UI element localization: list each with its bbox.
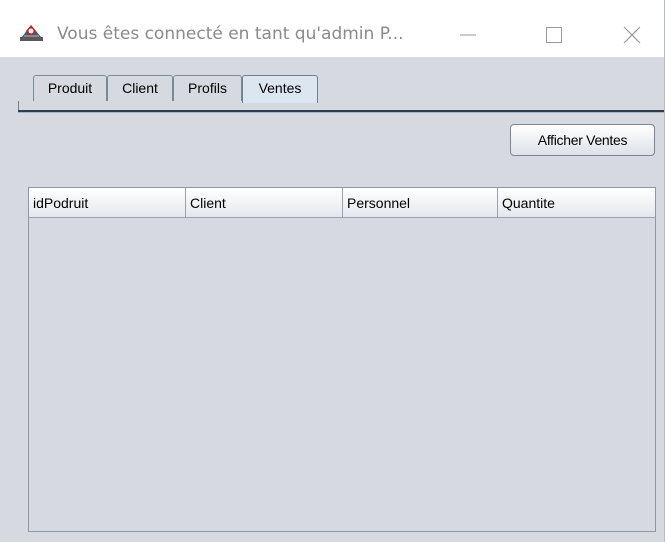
tab-profils[interactable]: Profils (173, 75, 242, 101)
close-button[interactable] (602, 14, 662, 54)
application-window: Vous êtes connecté en tant qu'admin P...… (0, 0, 665, 542)
table-body[interactable] (29, 218, 655, 531)
column-header-client[interactable]: Client (186, 188, 343, 217)
close-icon (623, 26, 641, 44)
ventes-table[interactable]: idPodruit Client Personnel Quantite (28, 187, 656, 532)
column-header-quantite[interactable]: Quantite (498, 188, 655, 217)
window-title: Vous êtes connecté en tant qu'admin P... (57, 24, 404, 44)
minimize-button[interactable] (440, 14, 500, 54)
tab-panel-highlight (18, 112, 664, 113)
table-header: idPodruit Client Personnel Quantite (29, 188, 655, 218)
column-header-personnel[interactable]: Personnel (343, 188, 498, 217)
tab-client[interactable]: Client (107, 75, 173, 101)
afficher-ventes-button[interactable]: Afficher Ventes (510, 124, 655, 156)
column-header-idpodruit[interactable]: idPodruit (29, 188, 186, 217)
tab-label: Client (122, 80, 158, 96)
maximize-button[interactable] (525, 14, 585, 54)
tab-label: Profils (188, 80, 227, 96)
tab-label: Produit (47, 80, 93, 96)
tab-label: Ventes (258, 80, 302, 96)
maximize-icon (546, 27, 562, 43)
tab-produit[interactable]: Produit (33, 75, 107, 101)
java-app-icon (20, 23, 43, 42)
title-bar[interactable]: Vous êtes connecté en tant qu'admin P... (0, 0, 664, 57)
minimize-icon (460, 34, 476, 36)
tab-ventes[interactable]: Ventes (242, 75, 318, 103)
